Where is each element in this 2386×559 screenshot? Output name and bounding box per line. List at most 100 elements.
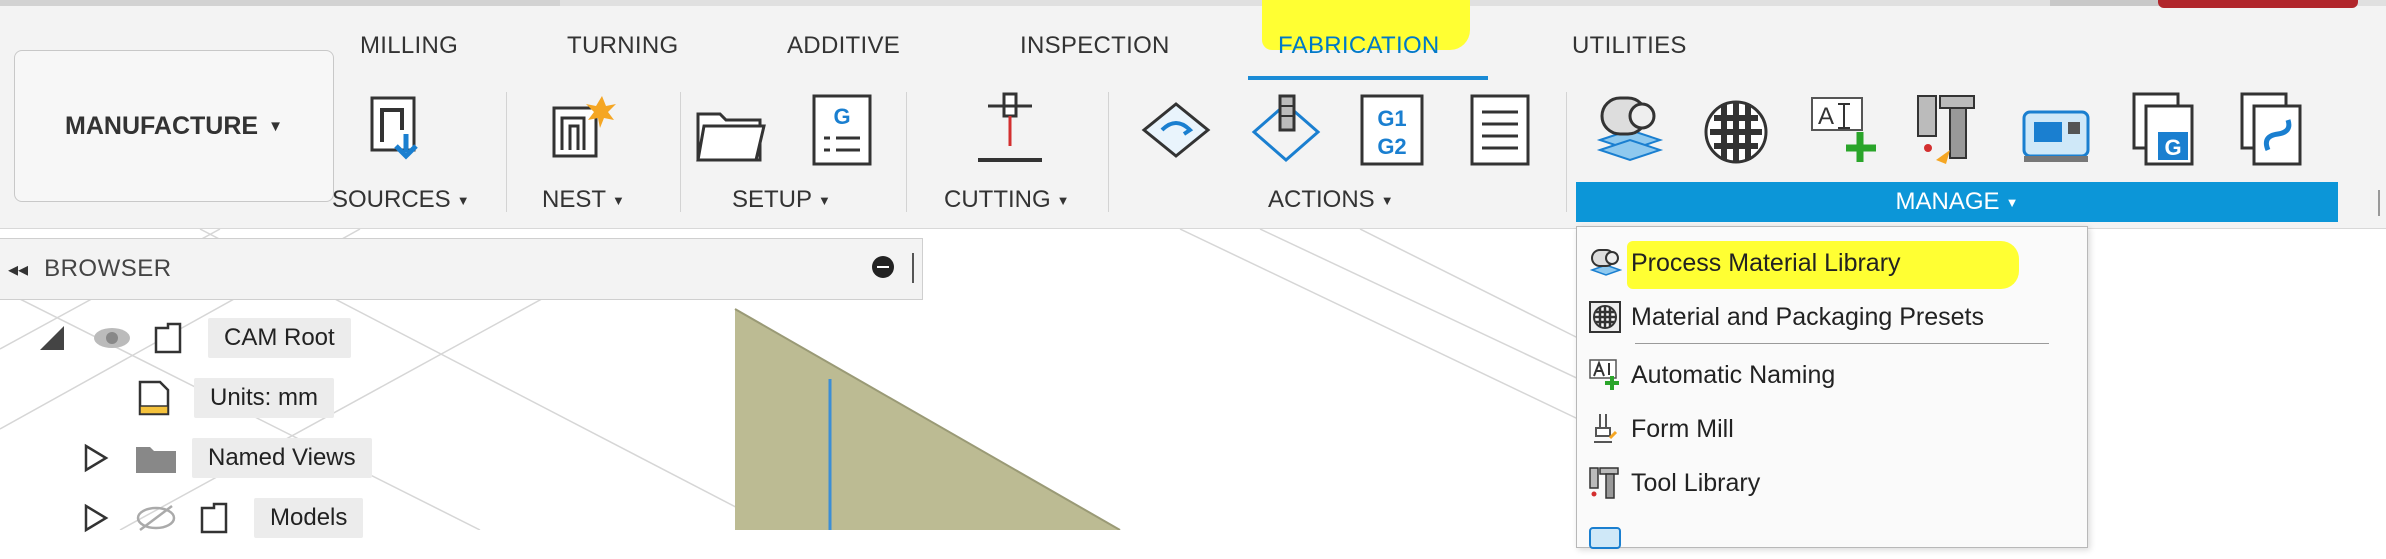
- group-nest[interactable]: NEST ▼: [542, 186, 625, 214]
- manage-dropdown-menu: Process Material Library Material and Pa…: [1576, 226, 2088, 549]
- form-mill-icon: [1587, 411, 1623, 447]
- group-actions-label: ACTIONS: [1268, 186, 1375, 213]
- machine-library-icon[interactable]: [2020, 90, 2092, 170]
- nest-icon[interactable]: [548, 90, 620, 170]
- browser-title: BROWSER: [44, 255, 172, 282]
- group-divider: [680, 92, 681, 212]
- automatic-naming-icon: [1587, 357, 1623, 393]
- menu-item-process-material-library[interactable]: Process Material Library: [1587, 241, 2077, 285]
- tab-milling[interactable]: MILLING: [360, 32, 458, 60]
- g1-text: G1: [1377, 106, 1406, 131]
- expand-triangle-icon[interactable]: [80, 442, 112, 474]
- group-nest-label: NEST: [542, 186, 607, 213]
- brand-button[interactable]: [2158, 0, 2358, 8]
- chevron-down-icon: ▼: [268, 117, 283, 135]
- menu-item-material-packaging-presets[interactable]: Material and Packaging Presets: [1587, 295, 2077, 339]
- menu-item-label: Automatic Naming: [1631, 360, 1836, 389]
- group-sources[interactable]: SOURCES ▼: [332, 186, 470, 214]
- group-actions[interactable]: ACTIONS ▼: [1268, 186, 1394, 214]
- title-strip-segment: [0, 0, 560, 6]
- nc-program-icon[interactable]: G: [2128, 90, 2200, 170]
- menu-item-label: Process Material Library: [1631, 248, 1901, 277]
- tab-fabrication[interactable]: FABRICATION: [1278, 32, 1440, 60]
- tree-row-models[interactable]: Models: [80, 496, 364, 540]
- tree-row-cam-root[interactable]: CAM Root: [36, 316, 351, 360]
- menu-item-form-mill[interactable]: Form Mill: [1587, 407, 2077, 451]
- tree-label: Models: [254, 498, 364, 538]
- folder-icon: [136, 447, 176, 473]
- material-presets-icon[interactable]: [1700, 90, 1772, 170]
- nc-program-g-text: G: [2164, 135, 2181, 160]
- group-cutting[interactable]: CUTTING ▼: [944, 186, 1070, 214]
- minimize-icon[interactable]: [872, 256, 894, 278]
- automatic-naming-icon[interactable]: A: [1808, 90, 1880, 170]
- tree-label: Units: mm: [194, 378, 334, 418]
- chevron-down-icon: ▼: [1056, 193, 1070, 208]
- pin-handle[interactable]: [912, 253, 914, 283]
- menu-item-tool-library[interactable]: Tool Library: [1587, 461, 2077, 505]
- component-icon: [200, 502, 228, 534]
- expand-triangle-icon[interactable]: [36, 322, 68, 354]
- group-divider: [2378, 190, 2380, 216]
- chevron-down-icon: ▼: [1380, 193, 1394, 208]
- auto-naming-a-text: A: [1818, 103, 1834, 130]
- tree-row-named-views[interactable]: Named Views: [80, 436, 372, 480]
- group-divider: [506, 92, 507, 212]
- tree-label: CAM Root: [208, 318, 351, 358]
- chevron-down-icon: ▼: [2005, 194, 2019, 210]
- setup-sheet-icon[interactable]: G: [806, 90, 878, 170]
- group-divider: [1108, 92, 1109, 212]
- tree-row-units[interactable]: Units: mm: [136, 376, 334, 420]
- menu-item-label: Form Mill: [1631, 414, 1734, 443]
- process-material-icon[interactable]: [1592, 90, 1664, 170]
- chevron-down-icon: ▼: [456, 193, 470, 208]
- tool-library-icon: [1587, 465, 1623, 501]
- visibility-eye-icon[interactable]: [92, 322, 132, 354]
- menu-item-label: Tool Library: [1631, 468, 1761, 497]
- tab-turning[interactable]: TURNING: [567, 32, 678, 60]
- tool-library-icon[interactable]: [1912, 90, 1984, 170]
- active-tab-underline: [1248, 76, 1488, 80]
- folder-setup-icon[interactable]: [694, 90, 766, 170]
- chevron-down-icon: ▼: [612, 193, 625, 208]
- workspace-label: MANUFACTURE: [65, 111, 259, 140]
- cutting-torch-icon[interactable]: [974, 90, 1046, 170]
- tab-additive[interactable]: ADDITIVE: [787, 32, 900, 60]
- machine-library-icon: [1587, 519, 1623, 555]
- group-divider: [906, 92, 907, 212]
- tab-inspection[interactable]: INSPECTION: [1020, 32, 1170, 60]
- expand-triangle-icon[interactable]: [80, 502, 112, 534]
- group-setup[interactable]: SETUP ▼: [732, 186, 831, 214]
- menu-separator: [1635, 343, 2049, 344]
- group-divider: [1566, 92, 1567, 212]
- title-strip-segment: [2050, 0, 2170, 6]
- group-manage[interactable]: MANAGE ▼: [1576, 182, 2338, 222]
- collapse-icon[interactable]: ◂◂: [8, 257, 28, 282]
- post-process-icon[interactable]: [1250, 90, 1322, 170]
- chevron-down-icon: ▼: [818, 193, 831, 208]
- tree-label: Named Views: [192, 438, 372, 478]
- title-strip: [0, 0, 2386, 8]
- group-setup-label: SETUP: [732, 186, 813, 213]
- menu-item-automatic-naming[interactable]: Automatic Naming: [1587, 353, 2077, 397]
- setup-sheet-list-icon[interactable]: [1464, 90, 1536, 170]
- tab-utilities[interactable]: UTILITIES: [1572, 32, 1687, 60]
- menu-item-machine-library-partial[interactable]: [1587, 515, 2077, 559]
- sources-icon[interactable]: [366, 90, 438, 170]
- material-presets-icon: [1587, 299, 1623, 335]
- units-icon: [138, 380, 170, 416]
- group-sources-label: SOURCES: [332, 186, 451, 213]
- setup-g-text: G: [833, 104, 850, 129]
- menu-item-label: Material and Packaging Presets: [1631, 302, 1984, 331]
- cam-root-icon: [154, 322, 182, 354]
- simulate-icon[interactable]: [1140, 90, 1212, 170]
- g1g2-icon[interactable]: G1 G2: [1356, 90, 1428, 170]
- g2-text: G2: [1377, 134, 1406, 159]
- group-cutting-label: CUTTING: [944, 186, 1051, 213]
- template-library-icon[interactable]: [2236, 90, 2308, 170]
- visibility-hidden-icon[interactable]: [134, 502, 178, 534]
- process-material-icon: [1587, 245, 1623, 281]
- ribbon-toolbar: MILLING TURNING ADDITIVE INSPECTION FABR…: [0, 0, 2386, 229]
- browser-panel-header: ◂◂ BROWSER: [0, 238, 923, 300]
- workspace-switcher[interactable]: MANUFACTURE ▼: [14, 50, 334, 202]
